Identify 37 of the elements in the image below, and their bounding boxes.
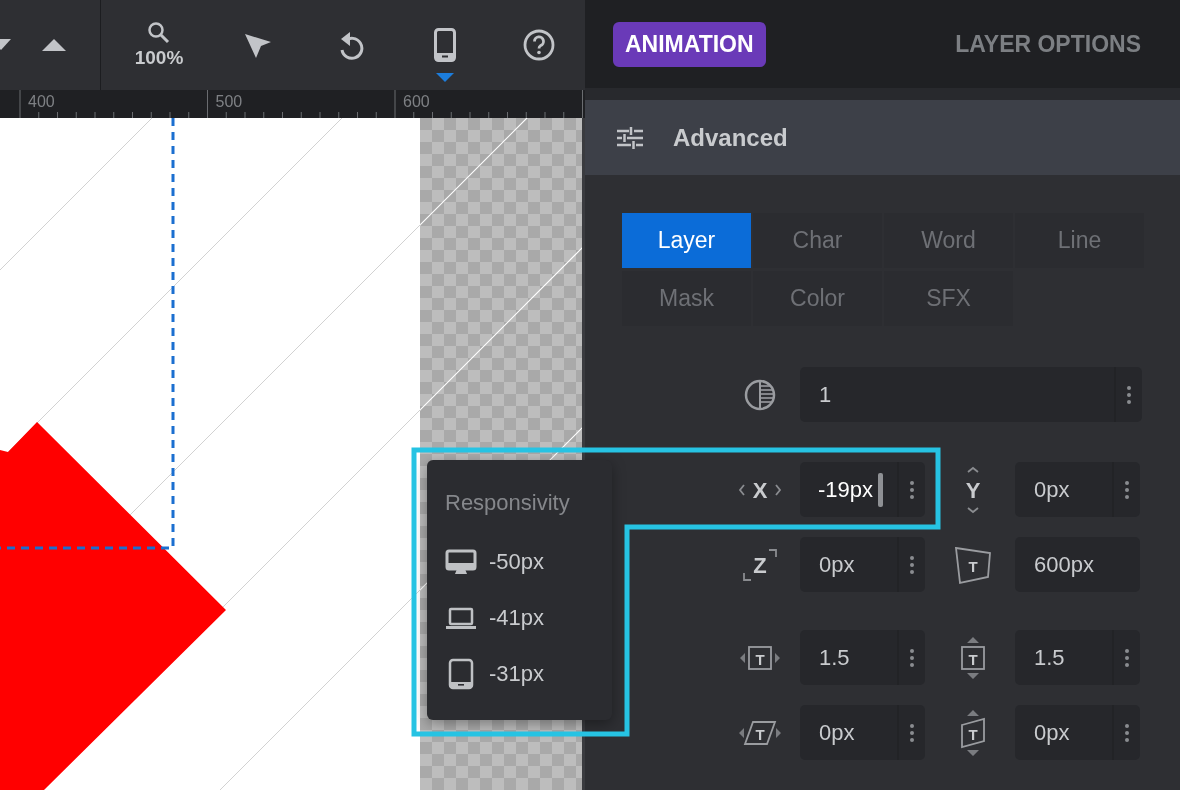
field-value: 600px: [1033, 551, 1095, 578]
value-field[interactable]: 0px: [800, 537, 925, 592]
ruler-label: 500: [215, 93, 243, 111]
value-field[interactable]: 1.5: [1015, 630, 1140, 685]
value-field[interactable]: 0px: [1015, 705, 1140, 760]
field-value: 1.5: [1033, 644, 1066, 671]
monitor-icon: [445, 548, 477, 576]
value-field[interactable]: 600px: [1015, 537, 1140, 592]
ruler-label: 400: [28, 93, 55, 111]
value-field[interactable]: 1: [800, 367, 1142, 422]
caret-up-icon: [42, 39, 66, 51]
responsive-value: -31px: [489, 661, 545, 687]
zoom-button[interactable]: 100%: [124, 0, 194, 90]
value-field[interactable]: 1.5: [800, 630, 925, 685]
field-value: 0px: [818, 719, 856, 746]
ruler-label: 600: [403, 93, 430, 111]
section-title: Advanced: [673, 123, 788, 152]
field-value: 1: [818, 381, 833, 408]
panel-tab[interactable]: ANIMATION: [613, 21, 766, 67]
search-icon: [147, 21, 171, 45]
sliders-icon: [617, 126, 643, 149]
responsive-value: -41px: [489, 605, 545, 631]
phone-icon: [434, 28, 456, 62]
field-value: 0px: [1033, 476, 1071, 503]
value-field[interactable]: 0px: [1015, 462, 1140, 517]
split-tab[interactable]: Layer: [622, 213, 751, 268]
field-value: 0px: [818, 551, 856, 578]
responsive-value: -50px: [489, 549, 545, 575]
help-icon: [523, 29, 555, 61]
field-value: 0px: [1033, 719, 1071, 746]
field-value: -19px: [817, 476, 874, 503]
value-field[interactable]: 0px: [800, 705, 925, 760]
section-header[interactable]: Advanced: [585, 100, 1180, 175]
value-field[interactable]: -19px: [800, 462, 925, 517]
field-value: 1.5: [818, 644, 851, 671]
popover-title: Responsivity: [445, 490, 571, 516]
panel-tab[interactable]: LAYER OPTIONS: [943, 21, 1153, 67]
